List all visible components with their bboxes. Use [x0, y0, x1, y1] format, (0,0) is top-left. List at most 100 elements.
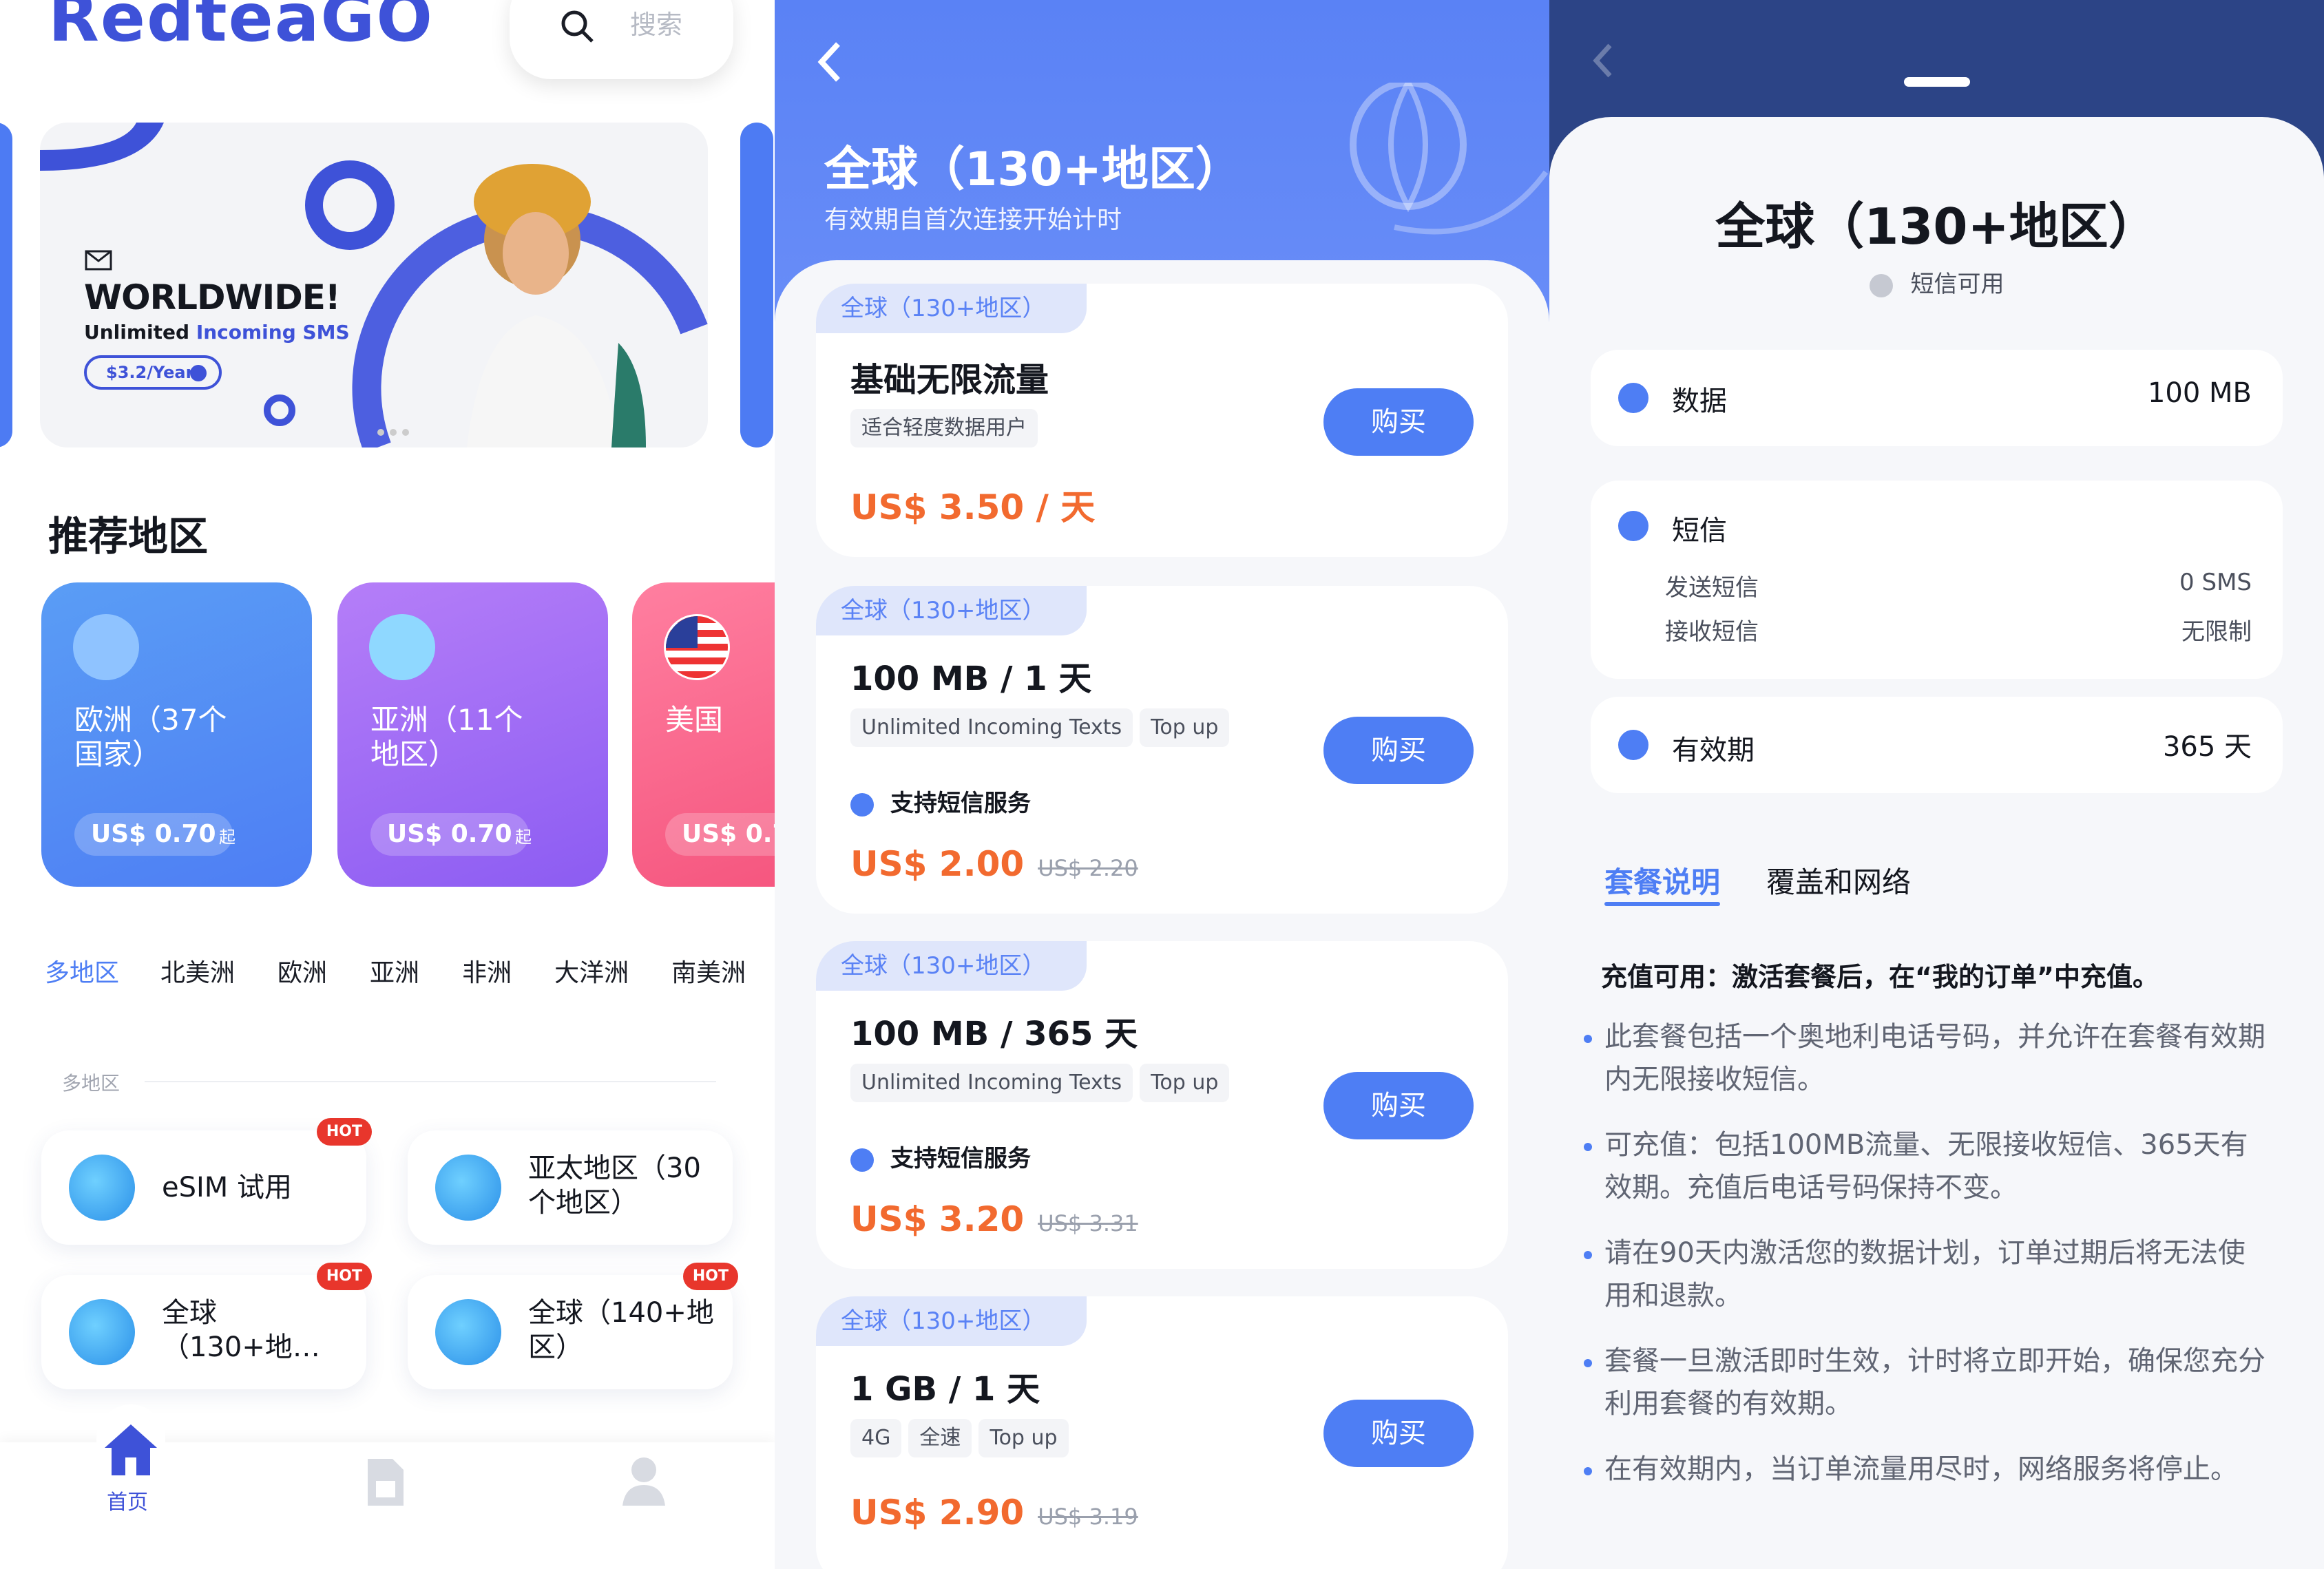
plan-card[interactable]: 全球（130+地区） 基础无限流量 适合轻度数据用户 US$ 3.50 / 天 …	[816, 284, 1508, 557]
continent-tabs: 多地区 北美洲 欧洲 亚洲 非洲 大洋洲 南美洲	[45, 953, 746, 989]
search-icon	[561, 10, 594, 43]
nav-home-label[interactable]: 首页	[107, 1485, 148, 1515]
balloon-icon	[1350, 83, 1549, 235]
plan-tag: Top up	[1140, 1064, 1230, 1102]
sms-support: 支持短信服务	[850, 784, 1031, 818]
item-title: 亚太地区（30个地区）	[528, 1152, 701, 1219]
region-card-europe[interactable]: 欧洲（37个国家） US$ 0.70 起	[41, 582, 312, 887]
search-placeholder: 搜索	[630, 10, 683, 40]
plan-tag: Top up	[978, 1419, 1069, 1457]
plan-region-tag: 全球（130+地区）	[816, 1296, 1087, 1346]
description-bullet: 请在90天内激活您的数据计划，订单过期后将无法使用和退款。	[1584, 1232, 2265, 1317]
plan-tag: 4G	[850, 1419, 902, 1457]
description-bullet: 套餐一旦激活即时生效，计时将立即开始，确保您充分利用套餐的有效期。	[1584, 1340, 2265, 1425]
hot-badge: HOT	[316, 1263, 372, 1290]
plan-old-price: US$ 3.31	[1038, 1210, 1138, 1236]
plans-subtitle: 有效期自首次连接开始计时	[824, 206, 1122, 234]
region-name: 欧洲（37个国家）	[74, 703, 227, 771]
divider	[145, 1081, 716, 1082]
plan-name: 100 MB / 365 天	[850, 1015, 1138, 1053]
list-item[interactable]: 全球（140+地区） HOT	[408, 1263, 738, 1389]
plan-card[interactable]: 全球（130+地区） 1 GB / 1 天 4G 全速 Top up US$ 2.9…	[816, 1296, 1508, 1569]
buy-button[interactable]: 购买	[1323, 388, 1474, 456]
chat-icon	[850, 792, 874, 817]
data-row: 数据 100 MB	[1591, 350, 2283, 446]
tab-europe[interactable]: 欧洲	[278, 953, 327, 989]
region-name: 美国	[665, 703, 724, 737]
buy-button[interactable]: 购买	[1323, 717, 1474, 784]
plan-tags: Unlimited Incoming Texts Top up	[850, 708, 1236, 747]
plan-card[interactable]: 全球（130+地区） 100 MB / 365 天 Unlimited Inco…	[816, 941, 1508, 1269]
promo-banner[interactable]: WORLDWIDE! Unlimited Incoming SMS $3.2/Y…	[40, 123, 708, 447]
carousel-dots	[377, 425, 409, 439]
validity-value: 365 天	[2162, 731, 2252, 763]
globe-icon	[435, 1299, 501, 1365]
list-item[interactable]: 亚太地区（30个地区）	[408, 1130, 733, 1245]
description-bullet: 在有效期内，当订单流量用尽时，网络服务将停止。	[1584, 1448, 2265, 1491]
region-card-usa[interactable]: 美国 US$ 0.7	[632, 582, 775, 887]
data-label: 数据	[1672, 386, 1727, 417]
search-input[interactable]: 搜索	[510, 0, 733, 79]
plan-old-price: US$ 2.20	[1038, 855, 1138, 881]
plan-name: 基础无限流量	[850, 361, 1049, 399]
clock-icon	[1618, 730, 1648, 760]
item-title: 全球（130+地…	[162, 1297, 320, 1363]
banner-next-peek[interactable]	[740, 123, 773, 447]
hot-badge: HOT	[316, 1118, 372, 1146]
receive-sms-label: 接收短信	[1665, 618, 1759, 646]
tab-africa[interactable]: 非洲	[462, 953, 512, 989]
buy-button[interactable]: 购买	[1323, 1072, 1474, 1139]
plan-price: US$ 2.00 US$ 2.20	[850, 844, 1138, 884]
description-bullet: 可充值：包括100MB流量、无限接收短信、365天有效期。充值后电话号码保持不变…	[1584, 1124, 2265, 1209]
region-card-asia[interactable]: 亚洲（11个地区） US$ 0.70 起	[337, 582, 608, 887]
list-item[interactable]: eSIM 试用 HOT	[41, 1118, 372, 1245]
plan-region-tag: 全球（130+地区）	[816, 284, 1087, 333]
plan-region-tag: 全球（130+地区）	[816, 586, 1087, 635]
tab-multi-region[interactable]: 多地区	[45, 953, 119, 989]
plan-price: US$ 3.50 / 天	[850, 487, 1096, 527]
send-sms-label: 发送短信	[1665, 574, 1759, 602]
mail-icon	[85, 250, 112, 271]
hot-badge: HOT	[682, 1263, 738, 1290]
data-icon	[1618, 383, 1648, 413]
item-title: 全球（140+地区）	[528, 1297, 714, 1363]
bottom-nav: 首页	[0, 1404, 775, 1569]
tab-north-america[interactable]: 北美洲	[160, 953, 235, 989]
region-price: US$ 0.7	[665, 813, 775, 856]
tab-asia[interactable]: 亚洲	[370, 953, 419, 989]
plan-old-price: US$ 3.19	[1038, 1504, 1138, 1530]
sim-card-icon[interactable]	[365, 1456, 406, 1508]
send-sms-value: 0 SMS	[2179, 569, 2252, 596]
tab-south-america[interactable]: 南美洲	[671, 953, 746, 989]
list-item[interactable]: 全球（130+地… HOT	[41, 1263, 372, 1389]
back-chevron-icon[interactable]	[816, 40, 844, 84]
banner-prev-peek[interactable]	[0, 123, 12, 447]
chat-icon	[850, 1148, 874, 1172]
globe-icon	[69, 1155, 135, 1221]
plan-card[interactable]: 全球（130+地区） 100 MB / 1 天 Unlimited Incomi…	[816, 586, 1508, 914]
region-name: 亚洲（11个地区）	[370, 703, 523, 771]
usa-flag-icon	[664, 614, 730, 680]
tab-oceania[interactable]: 大洋洲	[554, 953, 629, 989]
plan-tags: 适合轻度数据用户	[850, 409, 1045, 447]
plan-tag: Unlimited Incoming Texts	[850, 1064, 1133, 1102]
chat-icon	[1618, 511, 1648, 541]
home-screen: RedteaGO 搜索 WORLDWIDE! Unlimited Incomin…	[0, 0, 775, 1569]
tab-plan-description[interactable]: 套餐说明	[1604, 859, 1720, 901]
sheet-drag-handle[interactable]	[1904, 77, 1970, 87]
data-value: 100 MB	[2147, 377, 2252, 409]
receive-sms-value: 无限制	[2181, 618, 2252, 646]
home-icon[interactable]	[102, 1422, 160, 1477]
plan-tag: 适合轻度数据用户	[850, 409, 1038, 447]
sms-support: 支持短信服务	[850, 1139, 1031, 1173]
price-from-label: 起	[219, 828, 235, 847]
banner-subline: Unlimited Incoming SMS	[84, 321, 350, 344]
plan-price: US$ 2.90 US$ 3.19	[850, 1493, 1138, 1533]
region-price: US$ 0.70	[74, 813, 233, 856]
profile-icon[interactable]	[620, 1455, 668, 1508]
sms-available-badge: 短信可用	[1549, 265, 2324, 299]
recommended-title: 推荐地区	[48, 513, 209, 560]
tab-coverage-network[interactable]: 覆盖和网络	[1766, 859, 1911, 901]
buy-button[interactable]: 购买	[1323, 1400, 1474, 1467]
sms-section: 短信 发送短信 0 SMS 接收短信 无限制	[1591, 481, 2283, 679]
